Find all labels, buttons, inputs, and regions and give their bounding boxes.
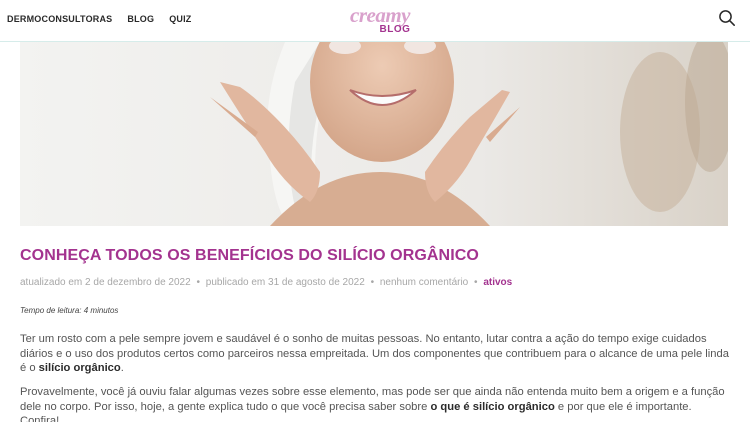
site-header: DERMOCONSULTORAS BLOG QUIZ creamy BLOG <box>0 0 750 42</box>
main-nav: DERMOCONSULTORAS BLOG QUIZ <box>7 14 192 24</box>
bold-keyword: o que é silício orgânico <box>430 400 555 413</box>
paragraph-text: . <box>120 362 124 374</box>
logo-wordmark: creamy <box>350 3 410 27</box>
published-date: publicado em 31 de agosto de 2022 <box>205 277 365 288</box>
meta-separator: • <box>370 277 375 288</box>
search-button[interactable] <box>718 9 736 27</box>
nav-link-quiz[interactable]: QUIZ <box>169 14 191 24</box>
comments-link[interactable]: nenhum comentário <box>380 277 468 288</box>
nav-link-blog[interactable]: BLOG <box>127 14 154 24</box>
reading-time: Tempo de leitura: 4 minutos <box>20 306 119 315</box>
article-paragraph: Provavelmente, você já ouviu falar algum… <box>20 385 732 422</box>
article-meta: atualizado em 2 de dezembro de 2022 • pu… <box>20 277 512 288</box>
meta-separator: • <box>196 277 200 288</box>
nav-link-dermoconsultoras[interactable]: DERMOCONSULTORAS <box>7 14 112 24</box>
site-logo[interactable]: creamy BLOG <box>338 3 422 38</box>
bold-keyword: silício orgânico <box>38 362 121 374</box>
article-title: CONHEÇA TODOS OS BENEFÍCIOS DO SILÍCIO O… <box>20 247 479 264</box>
article-paragraph: Ter um rosto com a pele sempre jovem e s… <box>20 332 732 376</box>
search-icon <box>719 10 736 27</box>
updated-date: atualizado em 2 de dezembro de 2022 <box>20 277 191 288</box>
meta-separator: • <box>474 277 478 288</box>
hero-image <box>20 42 728 226</box>
category-link[interactable]: ativos <box>483 277 512 288</box>
paragraph-text: Ter um rosto com a pele sempre jovem e s… <box>20 333 729 374</box>
